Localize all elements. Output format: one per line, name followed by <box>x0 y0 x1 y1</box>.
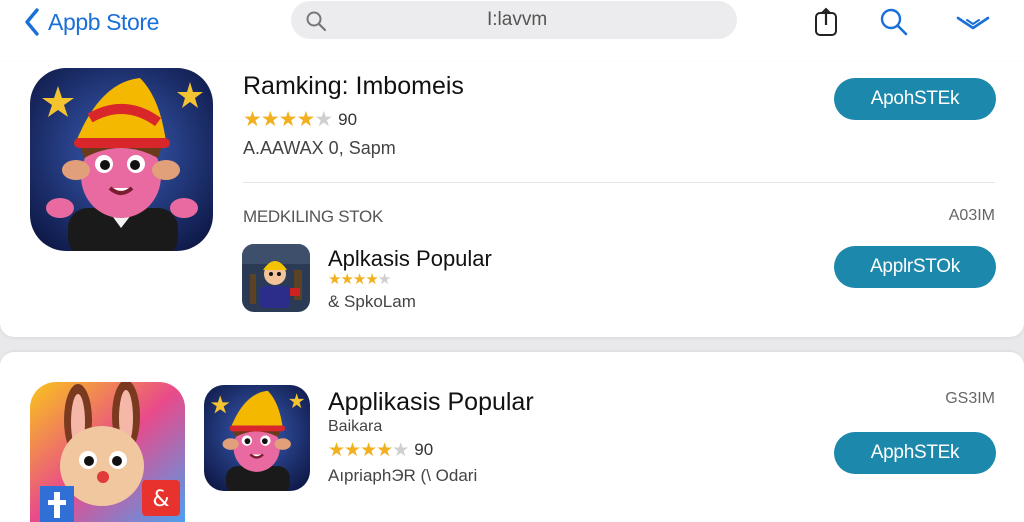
card2-app-icon[interactable] <box>204 385 310 491</box>
back-button[interactable]: Appb Store <box>24 6 159 38</box>
card2-developer: Baikara <box>328 418 383 435</box>
search-icon <box>305 10 327 37</box>
star-icon: ★ <box>278 108 298 131</box>
popular-get-button[interactable]: ApplrSTOk <box>834 246 996 288</box>
star-icon: ★ <box>365 271 378 288</box>
star-icon: ★ <box>376 439 393 461</box>
featured-rating: ★ ★ ★ ★ ★ 90 <box>243 109 357 130</box>
svg-text:&: & <box>152 487 169 512</box>
star-icon: ★ <box>328 439 345 461</box>
star-icon: ★ <box>392 439 409 461</box>
card2-app-subtitle: AıpriaphЭR (\ Odari <box>328 466 478 485</box>
search-icon[interactable] <box>878 6 910 38</box>
card2-rating: ★ ★ ★ ★ ★ 90 <box>328 440 433 460</box>
card2-get-button[interactable]: ApphSTEk <box>834 432 996 474</box>
star-icon: ★ <box>360 439 377 461</box>
star-icon: ★ <box>296 108 315 131</box>
star-icon: ★ <box>314 108 333 131</box>
featured-app-icon[interactable] <box>30 68 213 251</box>
star-icon: ★ <box>377 271 391 288</box>
top-bar: Appb Store I:lavvm <box>0 0 1024 62</box>
featured-card: Ramking: Imbomeis ★ ★ ★ ★ ★ 90 A.AAWAX 0… <box>0 62 1024 337</box>
rating-count: 90 <box>338 109 358 129</box>
divider <box>243 182 995 183</box>
section-size: A03IM <box>948 207 995 224</box>
section-heading: MEDKILING STOK <box>243 207 384 226</box>
search-input[interactable]: I:lavvm <box>291 1 737 39</box>
card2-app-title[interactable]: Applikasis Popular <box>328 388 534 417</box>
second-card: & Applikasis Popular Baikara ★ ★ ★ ★ ★ 9… <box>0 352 1024 522</box>
card2-size: GS3IM <box>945 390 995 407</box>
popular-app-title[interactable]: Aplkasis Popular <box>328 246 492 272</box>
chevron-down-icon[interactable] <box>955 10 991 34</box>
bunny-app-icon[interactable]: & <box>30 382 185 522</box>
featured-app-subtitle: A.AAWAX 0, Sapm <box>243 138 396 158</box>
chevron-left-icon <box>24 7 40 37</box>
featured-get-button[interactable]: ApohSTEk <box>834 78 996 120</box>
search-query: I:lavvm <box>487 9 548 30</box>
star-icon: ★ <box>328 271 341 288</box>
share-icon[interactable] <box>813 6 839 38</box>
back-label: Appb Store <box>48 8 160 35</box>
star-icon: ★ <box>352 271 366 288</box>
star-icon: ★ <box>260 108 280 131</box>
popular-rating: ★ ★ ★ ★ ★ <box>328 271 391 288</box>
popular-app-icon[interactable] <box>242 244 310 312</box>
rating-count: 90 <box>414 440 434 459</box>
star-icon: ★ <box>340 271 353 288</box>
star-icon: ★ <box>243 108 262 131</box>
popular-app-subtitle: & SpkoLam <box>328 292 416 311</box>
star-icon: ★ <box>344 439 361 461</box>
featured-app-title[interactable]: Ramking: Imbomeis <box>243 72 464 101</box>
